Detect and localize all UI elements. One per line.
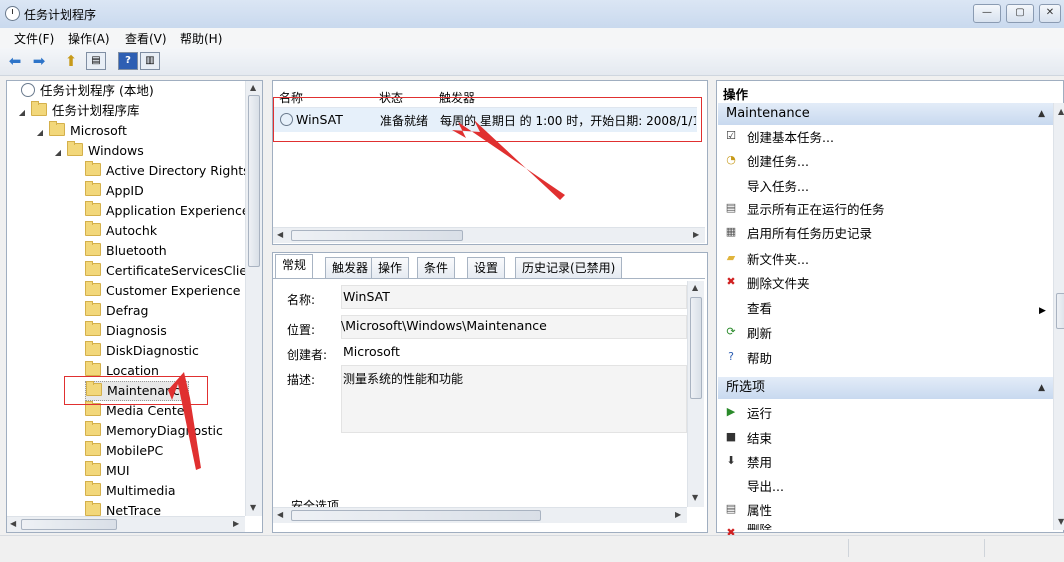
annotation-arrows [168,120,565,470]
annotation-arrow-folder [168,372,201,470]
annotation-arrow-task [452,120,565,200]
